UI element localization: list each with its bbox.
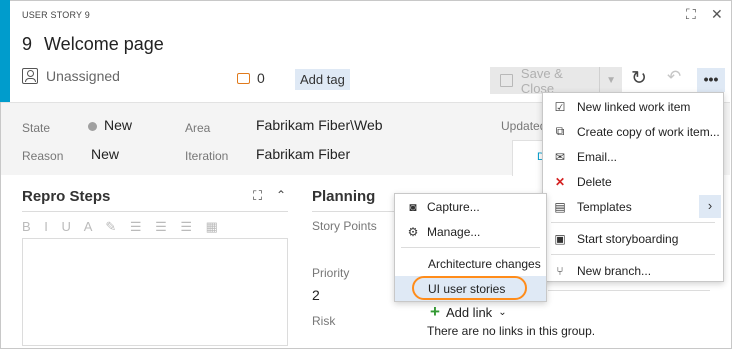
save-close-button[interactable]: Save & Close ▼ <box>490 65 622 96</box>
work-item-title[interactable]: 9 Welcome page <box>22 34 164 55</box>
menu-separator <box>401 247 540 248</box>
planning-heading: Planning <box>312 188 376 205</box>
menu-item-ui-user-stories[interactable]: UI user stories <box>395 276 546 301</box>
menu-item-create-copy[interactable]: ⧉ Create copy of work item... <box>543 119 723 144</box>
reason-field[interactable]: New <box>91 146 119 162</box>
storyboard-icon: ▣ <box>554 231 566 246</box>
maximize-section-icon[interactable]: ⛶ <box>253 188 262 204</box>
rich-text-toolbar[interactable]: B I U A ✎ ☰ ☰ ☰ ▦ <box>22 219 223 235</box>
links-empty-text: There are no links in this group. <box>427 324 596 338</box>
menu-item-capture[interactable]: ◙ Capture... <box>395 194 546 219</box>
delete-icon: ✕ <box>554 174 566 189</box>
work-item-id: 9 <box>22 34 33 54</box>
assignee-value: Unassigned <box>46 68 120 84</box>
save-icon <box>500 74 513 87</box>
add-link-button[interactable]: + Add link ⌄ <box>430 302 507 322</box>
chevron-right-icon[interactable]: › <box>699 195 721 218</box>
planning-divider <box>312 211 394 212</box>
menu-item-delete[interactable]: ✕ Delete <box>543 169 723 194</box>
gear-icon: ⚙ <box>407 224 419 239</box>
menu-item-new-linked-work-item[interactable]: ☑ New linked work item <box>543 94 723 119</box>
updated-label: Updated <box>501 119 547 133</box>
links-divider <box>548 290 710 291</box>
priority-label: Priority <box>312 266 350 280</box>
actions-menu: ☑ New linked work item ⧉ Create copy of … <box>542 92 724 282</box>
menu-item-start-storyboarding[interactable]: ▣ Start storyboarding <box>543 226 723 251</box>
callout-highlight-oval <box>412 276 527 300</box>
refresh-icon[interactable]: ↻ <box>631 67 647 90</box>
menu-separator <box>551 254 715 255</box>
comment-count: 0 <box>257 70 265 86</box>
repro-steps-editor[interactable] <box>22 238 288 346</box>
assigned-to-field[interactable]: Unassigned <box>22 68 120 84</box>
collapse-section-icon[interactable]: ⌃ <box>276 188 286 202</box>
plus-icon: + <box>430 302 440 321</box>
more-actions-button[interactable]: ••• <box>697 68 725 92</box>
menu-item-new-branch[interactable]: ⑂ New branch... <box>543 258 723 283</box>
copy-icon: ⧉ <box>555 124 565 138</box>
story-points-label: Story Points <box>312 219 377 233</box>
expand-icon[interactable]: ⛶ <box>686 6 696 23</box>
menu-item-templates[interactable]: ▤ Templates › <box>543 194 723 219</box>
work-item-color-bar <box>0 0 10 102</box>
close-icon[interactable]: ✕ <box>711 6 723 23</box>
menu-item-email[interactable]: ✉ Email... <box>543 144 723 169</box>
avatar-icon <box>22 68 38 84</box>
state-label: State <box>22 121 51 135</box>
add-link-label: Add link <box>445 304 493 320</box>
iteration-field[interactable]: Fabrikam Fiber <box>256 146 350 162</box>
menu-item-architecture-changes[interactable]: Architecture changes <box>395 251 546 276</box>
templates-submenu: ◙ Capture... ⚙ Manage... Architecture ch… <box>394 193 547 302</box>
camera-icon: ◙ <box>409 199 417 214</box>
area-field[interactable]: Fabrikam Fiber\Web <box>256 117 383 133</box>
undo-icon[interactable]: ↶ <box>667 67 681 87</box>
chevron-down-icon[interactable]: ▼ <box>600 75 622 86</box>
chevron-down-icon: ⌄ <box>498 306 507 318</box>
risk-label: Risk <box>312 314 336 328</box>
repro-steps-heading: Repro Steps <box>22 188 111 205</box>
iteration-label: Iteration <box>185 149 229 163</box>
area-label: Area <box>185 121 211 135</box>
state-dot-icon <box>88 121 97 131</box>
state-field[interactable]: New <box>88 117 132 133</box>
priority-field[interactable]: 2 <box>312 287 320 303</box>
section-divider <box>22 211 288 212</box>
menu-separator <box>551 222 715 223</box>
comment-icon <box>237 72 250 84</box>
work-item-type-label: USER STORY 9 <box>22 10 90 20</box>
reason-label: Reason <box>22 149 64 163</box>
save-close-label: Save & Close <box>520 65 563 96</box>
add-tag-button[interactable]: Add tag <box>295 69 350 90</box>
new-linked-work-item-icon: ☑ <box>554 99 566 114</box>
branch-icon: ⑂ <box>556 263 564 278</box>
state-value: New <box>104 117 133 133</box>
menu-item-manage[interactable]: ⚙ Manage... <box>395 219 546 244</box>
email-icon: ✉ <box>554 149 566 164</box>
title-text: Welcome page <box>44 34 164 54</box>
discussion-count[interactable]: 0 <box>237 70 265 86</box>
templates-icon: ▤ <box>554 199 566 214</box>
